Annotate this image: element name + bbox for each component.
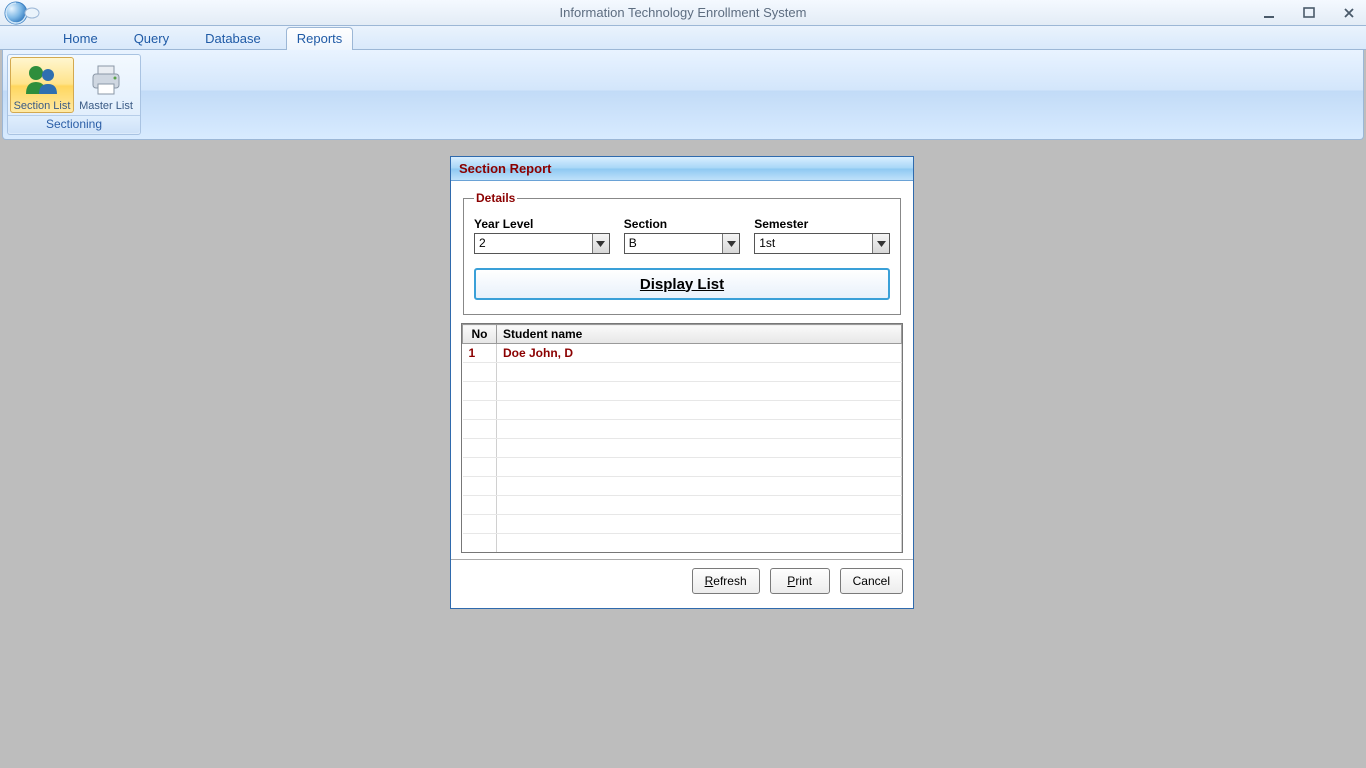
table-row — [463, 420, 902, 439]
tab-reports[interactable]: Reports — [286, 27, 354, 50]
col-student[interactable]: Student name — [497, 325, 902, 344]
section-list-button[interactable]: Section List — [10, 57, 74, 113]
section-combo[interactable]: B — [624, 233, 740, 254]
section-list-label: Section List — [14, 100, 71, 112]
titlebar: Information Technology Enrollment System — [0, 0, 1366, 26]
chevron-down-icon[interactable] — [872, 234, 889, 253]
semester-combo[interactable]: 1st — [754, 233, 890, 254]
minimize-button[interactable] — [1258, 4, 1280, 22]
table-row — [463, 439, 902, 458]
app-orb[interactable] — [0, 0, 48, 26]
cancel-button[interactable]: Cancel — [840, 568, 903, 594]
tab-database[interactable]: Database — [194, 27, 272, 50]
people-icon — [22, 60, 62, 100]
table-row — [463, 496, 902, 515]
ribbon: Section List Master List Sectioning — [2, 50, 1364, 140]
tabstrip: Home Query Database Reports — [0, 26, 1366, 50]
close-button[interactable] — [1338, 4, 1360, 22]
year-level-label: Year Level — [474, 217, 610, 231]
maximize-button[interactable] — [1298, 4, 1320, 22]
print-button[interactable]: Print — [770, 568, 830, 594]
semester-value: 1st — [755, 234, 872, 253]
cell-no: 1 — [463, 344, 497, 363]
cell-student: Doe John, D — [497, 344, 902, 363]
table-row — [463, 458, 902, 477]
details-legend: Details — [474, 191, 517, 205]
ribbon-group-sectioning: Section List Master List Sectioning — [7, 54, 141, 135]
master-list-button[interactable]: Master List — [74, 57, 138, 113]
details-fieldset: Details Year Level 2 Section — [463, 191, 901, 315]
table-row — [463, 477, 902, 496]
table-row — [463, 363, 902, 382]
window-title: Information Technology Enrollment System — [0, 5, 1366, 20]
print-rest: rint — [795, 574, 812, 588]
tab-query[interactable]: Query — [123, 27, 180, 50]
printer-icon — [86, 60, 126, 100]
table-row — [463, 534, 902, 553]
section-value: B — [625, 234, 722, 253]
year-level-combo[interactable]: 2 — [474, 233, 610, 254]
ribbon-group-label: Sectioning — [8, 115, 140, 133]
chevron-down-icon[interactable] — [722, 234, 739, 253]
results-grid[interactable]: No Student name 1Doe John, D — [461, 323, 903, 553]
table-row — [463, 515, 902, 534]
table-row[interactable]: 1Doe John, D — [463, 344, 902, 363]
section-report-dialog: Section Report Details Year Level 2 — [450, 156, 914, 609]
semester-label: Semester — [754, 217, 890, 231]
dialog-footer: Refresh Print Cancel — [451, 559, 913, 608]
table-row — [463, 382, 902, 401]
refresh-button[interactable]: Refresh — [692, 568, 760, 594]
chevron-down-icon[interactable] — [592, 234, 609, 253]
year-level-value: 2 — [475, 234, 592, 253]
tab-home[interactable]: Home — [52, 27, 109, 50]
refresh-rest: efresh — [713, 574, 746, 588]
display-list-button[interactable]: Display List — [474, 268, 890, 300]
work-area: Section Report Details Year Level 2 — [0, 140, 1366, 768]
col-no[interactable]: No — [463, 325, 497, 344]
table-row — [463, 401, 902, 420]
dialog-header: Section Report — [451, 157, 913, 181]
dialog-title: Section Report — [459, 161, 551, 176]
section-label: Section — [624, 217, 740, 231]
master-list-label: Master List — [79, 100, 133, 112]
